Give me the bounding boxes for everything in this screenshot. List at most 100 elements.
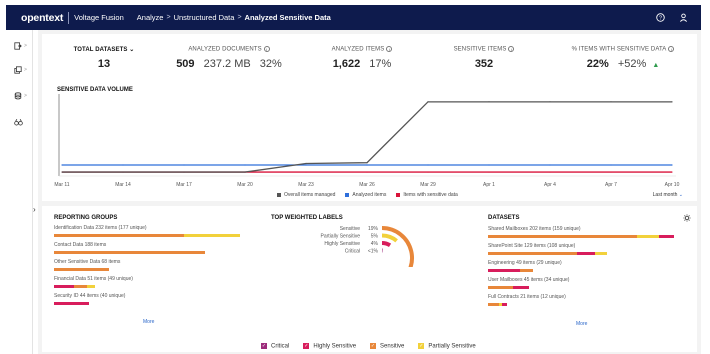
info-icon[interactable]: i	[263, 46, 270, 52]
sidebar-item-database[interactable]: >	[14, 90, 32, 102]
data-point-analyzed-items	[488, 164, 490, 166]
breadcrumb-analyze[interactable]: Analyze	[137, 13, 164, 22]
data-point-items-with-sensitive-data	[549, 171, 551, 173]
stacked-bar[interactable]	[488, 235, 674, 238]
breakdown-card: REPORTING GROUPS Identification Data 232…	[42, 206, 697, 352]
settings-gear-icon[interactable]	[683, 214, 691, 222]
weighted-label-arc[interactable]	[381, 226, 414, 267]
database-icon	[14, 92, 22, 100]
bar-segment	[54, 268, 109, 271]
total-datasets-value: 13	[97, 58, 111, 70]
severity-filter-partially-sensitive[interactable]: ✓ Partially Sensitive	[418, 343, 476, 350]
weighted-label-pct: 4%	[371, 241, 379, 247]
sidebar-item-discover[interactable]: >	[14, 40, 32, 52]
row-label[interactable]: Financial Data 51 items (49 unique)	[54, 276, 133, 282]
weighted-label-arc[interactable]	[381, 241, 392, 248]
brand-logo[interactable]: opentext	[21, 12, 63, 24]
severity-filter-critical[interactable]: ✓ Critical	[261, 343, 289, 350]
breadcrumb-current: Analyzed Sensitive Data	[244, 13, 331, 22]
data-point-overall-items-managed	[549, 101, 551, 103]
weighted-label-name: Sensitive	[340, 226, 361, 232]
chevron-down-icon: ⌄	[129, 47, 135, 53]
data-point-analyzed-items	[366, 164, 368, 166]
row-label[interactable]: Contact Data 188 items	[54, 242, 106, 248]
legend-overall[interactable]: Overall items managed	[277, 192, 335, 198]
stacked-bar[interactable]	[488, 252, 607, 255]
stacked-bar[interactable]	[488, 269, 534, 272]
row-label[interactable]: Other Sensitive Data 68 items	[54, 259, 120, 265]
reporting-groups-more-link[interactable]: More	[143, 319, 154, 325]
weighted-label-arc[interactable]	[381, 233, 398, 243]
chevron-down-icon: ⌄	[678, 192, 683, 198]
data-point-overall-items-managed	[671, 101, 673, 103]
row-label[interactable]: Identification Data 232 items (177 uniqu…	[54, 225, 147, 231]
kpi-pct-sensitive: % ITEMS WITH SENSITIVE DATA i 22% +52% ▲	[566, 46, 680, 70]
data-point-analyzed-items	[61, 164, 63, 166]
data-point-overall-items-managed	[610, 101, 612, 103]
info-icon[interactable]: i	[668, 46, 675, 52]
binoculars-icon	[14, 118, 23, 126]
pct-sensitive-change: +52%	[617, 57, 647, 70]
analyzed-documents-size: 237.2 MB	[203, 57, 251, 70]
bar-segment	[577, 252, 595, 255]
bar-segment	[502, 303, 508, 306]
row-label[interactable]: Full Contracts 21 items (12 unique)	[488, 294, 566, 300]
stacked-bar[interactable]	[54, 268, 109, 271]
data-point-overall-items-managed	[366, 162, 368, 164]
analyzed-items-pct: 17%	[369, 57, 392, 70]
info-icon[interactable]: i	[386, 46, 393, 52]
bar-segment	[74, 285, 87, 288]
severity-filter-sensitive[interactable]: ✓ Sensitive	[370, 343, 404, 350]
row-label[interactable]: Shared Mailboxes 202 items (159 unique)	[488, 226, 581, 232]
chevron-right-icon: >	[24, 43, 27, 49]
volume-line-chart: Mar 11 Mar 14 Mar 17 Mar 20 Mar 23 Mar 26 Mar …	[54, 94, 680, 188]
bar-segment	[54, 285, 75, 288]
data-point-analyzed-items	[122, 164, 124, 166]
row-label[interactable]: Security ID 44 items (40 unique)	[54, 293, 125, 299]
chevron-right-icon: >	[166, 14, 171, 21]
bar-segment	[488, 286, 513, 289]
data-point-items-with-sensitive-data	[366, 171, 368, 173]
period-dropdown[interactable]: Last month ⌄	[653, 192, 683, 198]
stacked-bar[interactable]	[54, 302, 90, 305]
bar-segment	[659, 235, 674, 238]
stacked-bar[interactable]	[54, 285, 95, 288]
legend-sensitive[interactable]: Items with sensitive data	[396, 192, 458, 198]
product-name: Voltage Fusion	[74, 13, 124, 22]
bar-segment	[512, 286, 530, 289]
reporting-groups-title: REPORTING GROUPS	[54, 215, 118, 221]
legend-analyzed[interactable]: Analyzed items	[345, 192, 386, 198]
app-window: opentext Voltage Fusion Analyze > Unstru…	[0, 0, 710, 354]
row-label[interactable]: Engineering 49 items (29 unique)	[488, 260, 562, 266]
datasets-more-link[interactable]: More	[576, 321, 587, 327]
help-icon[interactable]: ?	[656, 13, 665, 22]
data-point-analyzed-items	[610, 164, 612, 166]
row-label[interactable]: User Mailboxes 45 items (34 unique)	[488, 277, 569, 283]
x-tick-label: Mar 20	[237, 182, 253, 188]
severity-filter-highly-sensitive[interactable]: ✓ Highly Sensitive	[303, 343, 356, 350]
data-point-analyzed-items	[671, 164, 673, 166]
x-tick-label: Mar 17	[176, 182, 192, 188]
data-point-analyzed-items	[183, 164, 185, 166]
expand-panel-icon[interactable]: ›	[33, 205, 36, 214]
sidebar-item-analyze[interactable]: >	[14, 64, 32, 76]
data-point-overall-items-managed	[244, 171, 246, 173]
checkbox-checked-icon: ✓	[370, 343, 377, 349]
row-label[interactable]: SharePoint Site 129 items (108 unique)	[488, 243, 575, 249]
stacked-bar[interactable]	[54, 234, 240, 237]
stacked-bar[interactable]	[488, 286, 530, 289]
checkbox-checked-icon: ✓	[418, 343, 425, 349]
user-icon[interactable]	[679, 13, 688, 22]
x-tick-label: Apr 1	[483, 182, 495, 188]
bar-segment	[86, 285, 95, 288]
x-tick-label: Mar 29	[420, 182, 436, 188]
stacked-bar[interactable]	[488, 303, 508, 306]
data-point-overall-items-managed	[61, 171, 63, 173]
stacked-bar[interactable]	[54, 251, 205, 254]
sidebar-item-explore[interactable]	[14, 116, 32, 128]
sidebar: > > >	[6, 30, 33, 354]
main-content: TOTAL DATASETS ⌄ 13 ANALYZED DOCUMENTS i …	[38, 30, 701, 354]
info-icon[interactable]: i	[508, 46, 515, 52]
total-datasets-dropdown[interactable]: TOTAL DATASETS ⌄	[66, 46, 142, 53]
breadcrumb-unstructured-data[interactable]: Unstructured Data	[174, 13, 235, 22]
